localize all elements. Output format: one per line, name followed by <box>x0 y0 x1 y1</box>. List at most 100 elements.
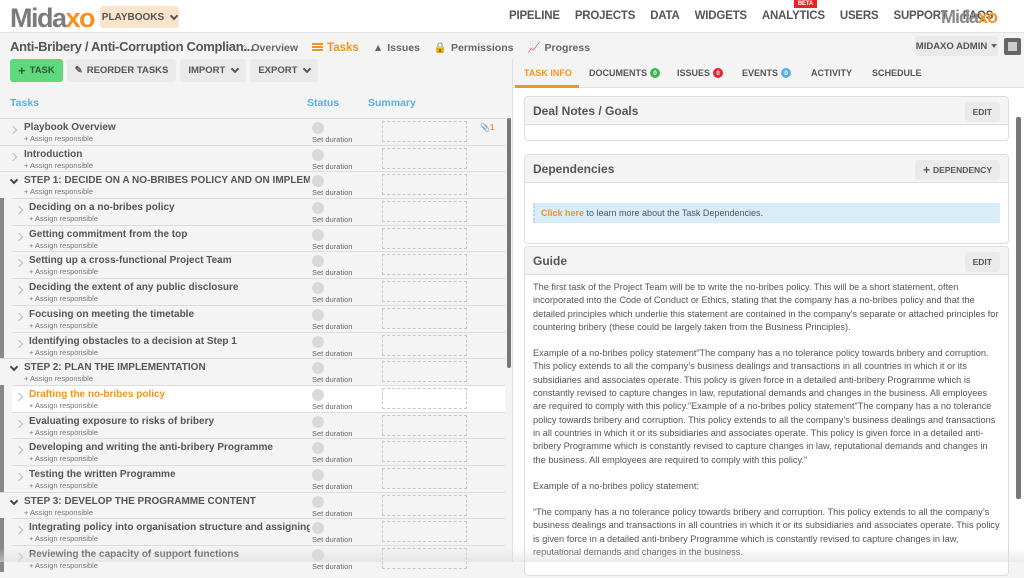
set-duration-link[interactable]: Set duration <box>312 402 352 411</box>
tab-schedule[interactable]: SCHEDULE <box>872 68 922 78</box>
add-task-button[interactable]: + TASK <box>10 59 63 82</box>
tab-documents[interactable]: DOCUMENTS 0 <box>589 68 660 78</box>
status-indicator[interactable] <box>312 308 324 321</box>
task-row[interactable]: Deciding on a no-bribes policy + Assign r… <box>0 198 505 225</box>
assign-responsible-link[interactable]: + Assign responsible <box>29 294 98 303</box>
status-indicator[interactable] <box>312 122 324 134</box>
nav-projects[interactable]: PROJECTS <box>575 10 636 22</box>
assign-responsible-link[interactable]: + Assign responsible <box>29 267 98 276</box>
chevron-right-icon[interactable] <box>14 285 24 295</box>
task-name[interactable]: Drafting the no-bribes policy <box>29 389 310 400</box>
dependencies-help-link[interactable]: Click here <box>541 208 584 218</box>
chevron-down-icon[interactable] <box>9 176 19 185</box>
task-row[interactable]: Getting commitment from the top + Assign … <box>0 224 505 252</box>
subnav-issues[interactable]: ▲ Issues <box>373 41 420 54</box>
task-name[interactable]: Identifying obstacles to a decision at S… <box>29 336 310 347</box>
summary-field[interactable] <box>382 387 467 409</box>
assign-responsible-link[interactable]: + Assign responsible <box>29 348 98 357</box>
column-header-status[interactable]: Status <box>307 97 339 109</box>
chevron-right-icon[interactable] <box>14 312 24 322</box>
set-duration-link[interactable]: Set duration <box>312 375 352 384</box>
assign-responsible-link[interactable]: + Assign responsible <box>29 481 98 490</box>
tab-task-info[interactable]: TASK INFO <box>524 68 572 78</box>
chevron-right-icon[interactable] <box>14 552 24 562</box>
chevron-right-icon[interactable] <box>14 419 24 428</box>
task-name[interactable]: Developing and writing the anti-bribery … <box>29 442 310 453</box>
task-name[interactable]: Introduction <box>24 149 310 160</box>
summary-field[interactable] <box>382 121 467 142</box>
task-row[interactable]: Developing and writing the anti-bribery … <box>0 438 505 465</box>
chevron-right-icon[interactable] <box>14 446 24 455</box>
export-dropdown[interactable]: EXPORT <box>250 59 319 82</box>
assign-responsible-link[interactable]: + Assign responsible <box>29 321 98 330</box>
task-row[interactable]: Drafting the no-bribes policy + Assign re… <box>0 384 505 412</box>
nav-data[interactable]: DATA <box>650 10 680 22</box>
tab-events[interactable]: EVENTS 0 <box>742 68 792 78</box>
status-indicator[interactable] <box>312 282 324 295</box>
attachment-count[interactable]: 📎1 <box>480 123 494 132</box>
assign-responsible-link[interactable]: + Assign responsible <box>24 134 93 143</box>
summary-field[interactable] <box>382 548 467 569</box>
subnav-progress[interactable]: 📈 Progress <box>527 41 590 55</box>
summary-field[interactable] <box>382 494 467 516</box>
status-indicator[interactable] <box>312 202 324 215</box>
set-duration-link[interactable]: Set duration <box>312 562 352 571</box>
subnav-permissions[interactable]: 🔒 Permissions <box>434 41 514 55</box>
set-duration-link[interactable]: Set duration <box>312 322 352 331</box>
summary-field[interactable] <box>382 361 467 383</box>
deal-notes-edit-button[interactable]: EDIT <box>964 102 1000 122</box>
chevron-right-icon[interactable] <box>8 125 18 135</box>
set-duration-link[interactable]: Set duration <box>312 429 352 438</box>
task-name[interactable]: Setting up a cross-functional Project Te… <box>29 255 310 266</box>
step-row[interactable]: STEP 1: DECIDE ON A NO-BRIBES POLICY AND… <box>0 171 505 199</box>
status-indicator[interactable] <box>312 522 324 535</box>
status-indicator[interactable] <box>312 362 324 375</box>
tab-issues[interactable]: ISSUES 0 <box>677 68 724 78</box>
assign-responsible-link[interactable]: + Assign responsible <box>29 428 98 437</box>
task-row[interactable]: Integrating policy into organisation str… <box>0 518 505 545</box>
nav-analytics[interactable]: ANALYTICS BETA <box>762 0 825 22</box>
add-dependency-button[interactable]: + DEPENDENCY <box>914 160 1000 180</box>
set-duration-link[interactable]: Set duration <box>312 482 352 491</box>
chevron-right-icon[interactable] <box>8 152 18 161</box>
assign-responsible-link[interactable]: + Assign responsible <box>29 241 98 250</box>
assign-responsible-link[interactable]: + Assign responsible <box>29 561 98 570</box>
guide-edit-button[interactable]: EDIT <box>964 252 1000 272</box>
summary-field[interactable] <box>382 227 467 249</box>
assign-responsible-link[interactable]: + Assign responsible <box>29 454 98 463</box>
status-indicator[interactable] <box>312 549 324 561</box>
task-row[interactable]: Focusing on meeting the timetable + Assig… <box>0 304 505 332</box>
status-indicator[interactable] <box>312 388 324 401</box>
status-indicator[interactable] <box>312 335 324 348</box>
task-name[interactable]: Focusing on meeting the timetable <box>29 309 310 320</box>
summary-field[interactable] <box>382 414 467 436</box>
task-row[interactable]: Identifying obstacles to a decision at S… <box>0 331 505 359</box>
task-row[interactable]: Deciding the extent of any public disclo… <box>0 278 505 305</box>
step-row[interactable]: STEP 2: PLAN THE IMPLEMENTATION + Assign … <box>0 358 505 385</box>
set-duration-link[interactable]: Set duration <box>312 162 352 171</box>
summary-field[interactable] <box>382 281 467 303</box>
import-dropdown[interactable]: IMPORT <box>180 59 247 82</box>
user-menu[interactable]: MIDAXO ADMIN <box>915 36 998 56</box>
nav-pipeline[interactable]: PIPELINE <box>509 10 560 22</box>
set-duration-link[interactable]: Set duration <box>312 349 352 358</box>
set-duration-link[interactable]: Set duration <box>312 268 352 277</box>
assign-responsible-link[interactable]: + Assign responsible <box>24 161 93 170</box>
assign-responsible-link[interactable]: + Assign responsible <box>24 508 93 517</box>
task-row[interactable]: Reviewing the capacity of support functi… <box>0 545 505 572</box>
playbooks-dropdown[interactable]: PLAYBOOKS <box>100 6 179 28</box>
set-duration-link[interactable]: Set duration <box>312 215 352 224</box>
chevron-right-icon[interactable] <box>14 392 24 402</box>
task-row[interactable]: Testing the written Programme + Assign re… <box>0 464 505 492</box>
task-name[interactable]: Playbook Overview <box>24 122 310 133</box>
detail-scrollbar[interactable] <box>1016 117 1021 499</box>
chevron-right-icon[interactable] <box>14 526 24 535</box>
status-indicator[interactable] <box>312 228 324 241</box>
task-name[interactable]: Evaluating exposure to risks of bribery <box>29 416 310 427</box>
task-name[interactable]: Getting commitment from the top <box>29 229 310 240</box>
task-name[interactable]: Testing the written Programme <box>29 469 310 480</box>
summary-field[interactable] <box>382 147 467 169</box>
set-duration-link[interactable]: Set duration <box>312 242 352 251</box>
column-header-summary[interactable]: Summary <box>368 97 416 109</box>
chevron-down-icon[interactable] <box>9 362 19 372</box>
